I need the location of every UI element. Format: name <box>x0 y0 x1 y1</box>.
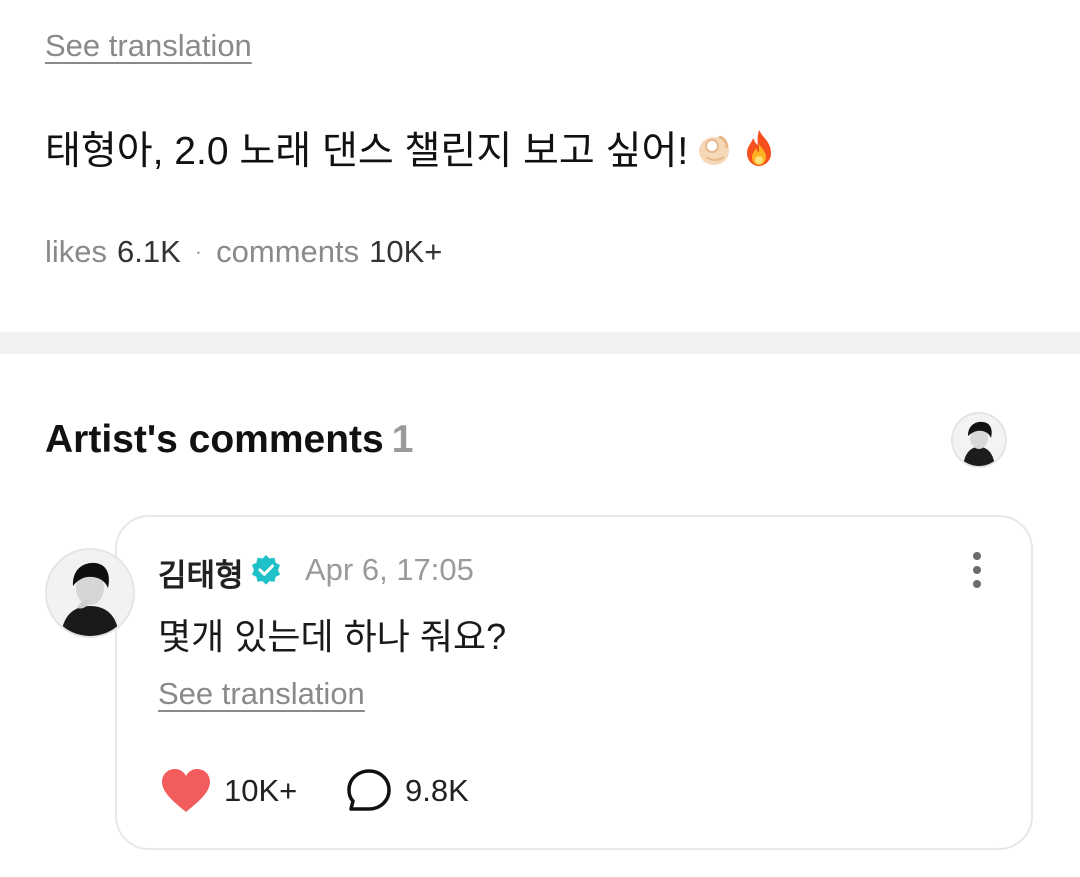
fire-emoji-icon <box>747 130 772 166</box>
post-text-content: 태형아, 2.0 노래 댄스 챌린지 보고 싶어! <box>45 130 689 173</box>
comment-timestamp: Apr 6, 17:05 <box>305 552 474 587</box>
comments-label: comments <box>216 234 360 269</box>
artist-comments-count: 1 <box>391 418 414 461</box>
ok-hand-emoji-icon <box>699 135 730 165</box>
author-portrait-icon <box>47 550 133 636</box>
heart-icon <box>162 769 210 812</box>
comments-count: 10K+ <box>369 234 443 269</box>
verified-badge-icon <box>252 555 280 585</box>
speech-bubble-icon <box>347 769 391 811</box>
comment-like-button[interactable]: 10K+ <box>160 768 297 814</box>
comment-author-avatar[interactable] <box>45 548 135 638</box>
stats-separator: · <box>194 239 203 264</box>
more-options-icon[interactable] <box>960 548 994 592</box>
comment-reply-button[interactable]: 9.8K <box>345 768 469 814</box>
comment-like-count: 10K+ <box>224 773 298 808</box>
post-see-translation-link[interactable]: See translation <box>45 28 252 64</box>
comment-reply-count: 9.8K <box>405 773 469 808</box>
artist-comments-header: Artist's comments 1 <box>45 418 413 462</box>
comment-text: 몇개 있는데 하나 줘요? <box>158 616 507 657</box>
post-stats: likes 6.1K · comments 10K+ <box>45 234 442 270</box>
likes-label: likes <box>45 234 108 269</box>
comment-author-name[interactable]: 김태형 <box>158 550 244 595</box>
artist-portrait-icon <box>953 414 1005 466</box>
likes-count: 6.1K <box>117 234 181 269</box>
artist-avatar-small[interactable] <box>951 412 1007 468</box>
artist-comments-title: Artist's comments <box>45 418 384 461</box>
post-text: 태형아, 2.0 노래 댄스 챌린지 보고 싶어! <box>45 120 780 176</box>
section-divider <box>0 332 1080 354</box>
comment-see-translation-link[interactable]: See translation <box>158 676 365 712</box>
